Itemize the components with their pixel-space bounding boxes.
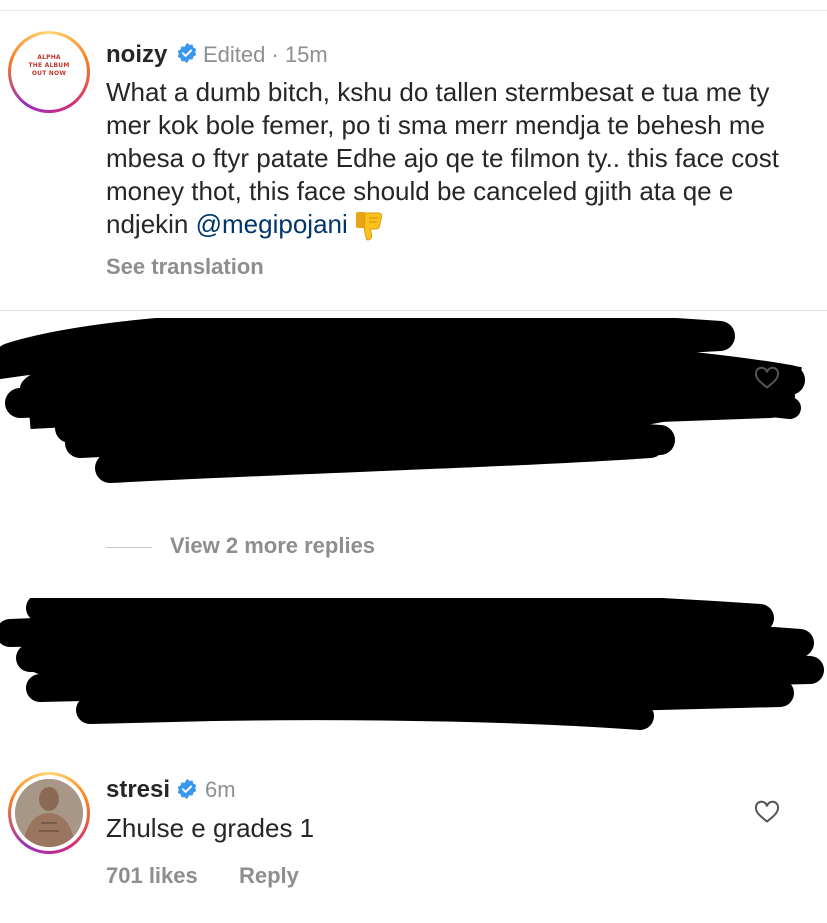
avatar-album-text: ALPHA THE ALBUM OUT NOW xyxy=(28,54,70,77)
redaction-scribble xyxy=(0,318,805,483)
thumbs-down-icon xyxy=(355,212,382,241)
profile-photo xyxy=(15,779,83,847)
comment-time: 6m xyxy=(205,777,236,802)
comment-text: Zhulse e grades 1 xyxy=(106,813,315,843)
verified-badge-icon xyxy=(177,42,197,64)
section-divider xyxy=(0,310,827,311)
like-count[interactable]: 701 likes xyxy=(106,863,198,889)
username-stresi[interactable]: stresi xyxy=(106,776,170,804)
like-heart-icon[interactable] xyxy=(754,366,780,390)
comment-meta: Edited · 15m xyxy=(203,42,328,67)
avatar-stresi[interactable] xyxy=(8,772,90,854)
mention-link[interactable]: @megipojani xyxy=(196,209,348,239)
top-divider xyxy=(0,10,827,11)
see-translation-link[interactable]: See translation xyxy=(106,254,264,280)
redaction-scribble xyxy=(0,598,824,730)
reply-button[interactable]: Reply xyxy=(239,863,299,889)
comment-body: What a dumb bitch, kshu do tallen stermb… xyxy=(106,76,806,243)
username-noizy[interactable]: noizy xyxy=(106,41,167,69)
like-heart-icon[interactable] xyxy=(754,800,780,824)
verified-badge-icon xyxy=(177,778,197,800)
avatar-noizy[interactable]: ALPHA THE ALBUM OUT NOW xyxy=(8,31,90,113)
view-replies-line xyxy=(106,547,152,548)
view-more-replies-link[interactable]: View 2 more replies xyxy=(170,533,375,559)
